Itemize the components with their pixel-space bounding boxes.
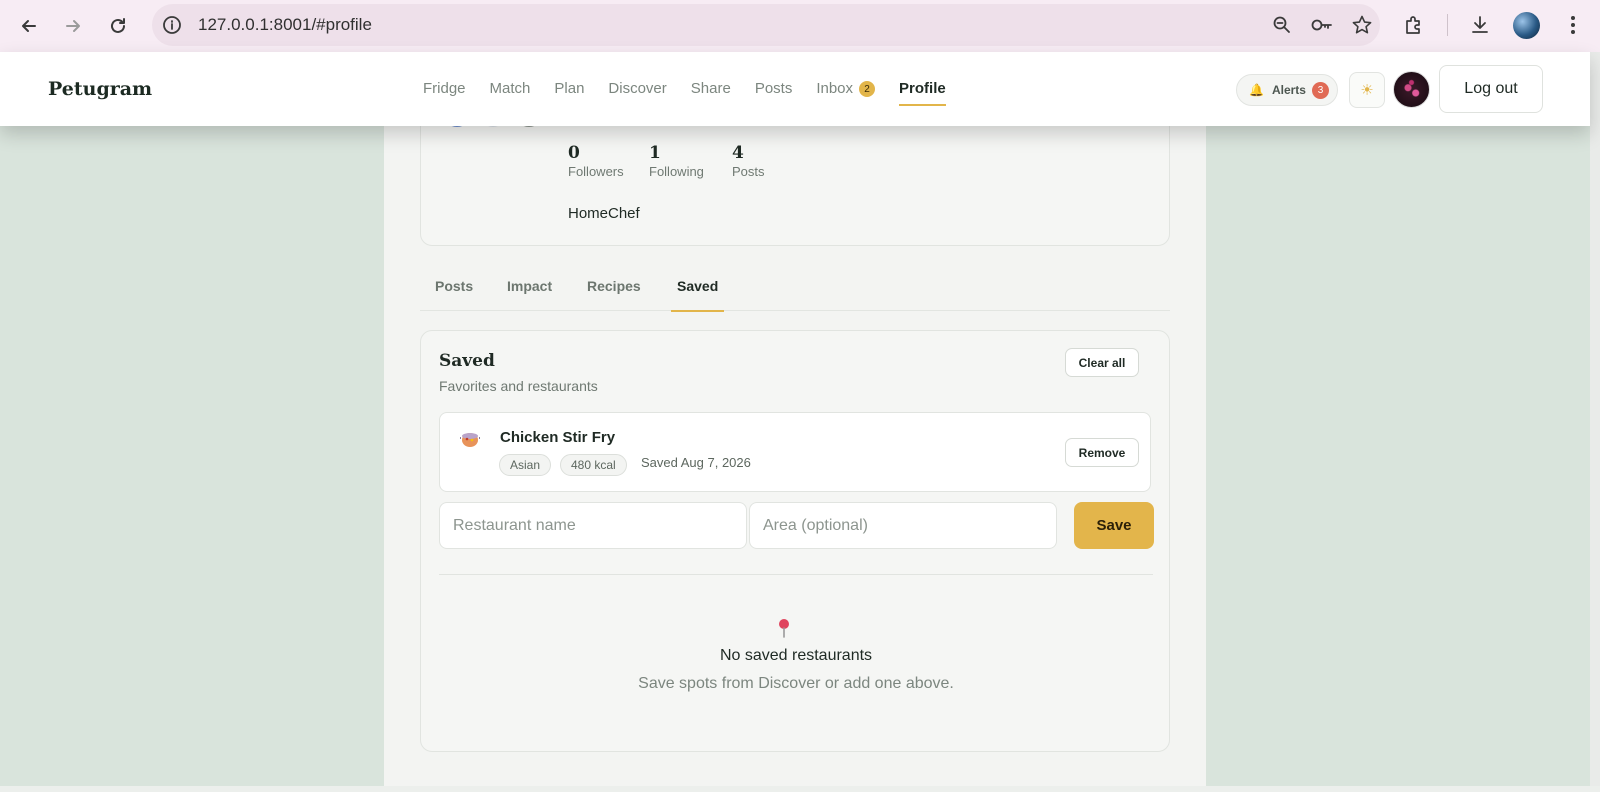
stat-value: 1	[649, 143, 661, 163]
nav-label: Discover	[608, 80, 667, 97]
nav-share[interactable]: Share	[691, 80, 731, 106]
sun-icon: ☀	[1360, 81, 1374, 99]
back-arrow-icon	[22, 20, 36, 32]
area-input[interactable]	[749, 502, 1057, 549]
nav-label: Fridge	[423, 80, 466, 97]
tab-impact[interactable]: Impact	[507, 276, 552, 311]
bookmark-star-icon[interactable]	[1350, 13, 1374, 37]
key-icon[interactable]	[1310, 13, 1334, 37]
empty-state-title: No saved restaurants	[719, 647, 873, 664]
map-pin-icon	[779, 619, 789, 638]
recipe-tag-cuisine: Asian	[499, 454, 552, 476]
stat-value: 4	[732, 143, 744, 163]
stat-label: Posts	[732, 164, 765, 179]
section-divider	[439, 574, 1153, 575]
clear-all-button[interactable]: Clear all	[1065, 348, 1139, 377]
nav-plan[interactable]: Plan	[554, 80, 584, 106]
empty-state-subtitle: Save spots from Discover or add one abov…	[638, 675, 954, 692]
url-text: 127.0.0.1:8001/#profile	[198, 15, 372, 34]
toolbar-separator	[1447, 14, 1448, 36]
stat-following[interactable]: 1 Following	[649, 143, 704, 179]
stat-label: Followers	[568, 164, 624, 179]
nav-label: Inbox	[816, 80, 854, 97]
forward-arrow-icon	[66, 20, 80, 32]
bell-icon: 🔔	[1249, 83, 1264, 97]
saved-title: Saved	[439, 351, 495, 371]
profile-tabs: Posts Impact Recipes Saved	[420, 276, 1170, 312]
saved-subtitle: Favorites and restaurants	[439, 378, 598, 394]
cooking-pot-icon	[458, 427, 482, 451]
alerts-label: Alerts	[1271, 83, 1306, 97]
stat-label: Following	[649, 164, 704, 179]
main-nav: Fridge Match Plan Discover Share Posts I…	[423, 80, 970, 106]
nav-label: Plan	[554, 80, 585, 97]
nav-label: Posts	[754, 80, 793, 97]
saved-card: Saved Favorites and restaurants Clear al…	[420, 330, 1170, 752]
tab-recipes[interactable]: Recipes	[587, 276, 641, 311]
nav-posts[interactable]: Posts	[755, 80, 793, 106]
logout-button[interactable]: Log out	[1439, 65, 1543, 113]
reload-icon	[111, 18, 125, 33]
nav-inbox[interactable]: Inbox 2	[816, 80, 876, 106]
saved-date: Saved Aug 7, 2026	[641, 455, 751, 470]
save-restaurant-button[interactable]: Save	[1074, 502, 1154, 549]
nav-match[interactable]: Match	[490, 80, 531, 106]
address-bar[interactable]: 127.0.0.1:8001/#profile	[152, 4, 1380, 46]
tab-saved[interactable]: Saved	[670, 276, 725, 312]
recipe-tag-calories: 480 kcal	[560, 454, 627, 476]
nav-discover[interactable]: Discover	[608, 80, 666, 106]
theme-toggle-button[interactable]: ☀	[1349, 72, 1385, 108]
profile-card: 0 Followers 1 Following 4 Posts HomeChef	[420, 106, 1170, 246]
download-icon[interactable]	[1467, 12, 1493, 38]
alerts-count-badge: 3	[1311, 81, 1329, 99]
content-column: 0 Followers 1 Following 4 Posts HomeChef…	[384, 106, 1206, 792]
browser-profile-icon[interactable]	[1513, 12, 1540, 39]
nav-fridge[interactable]: Fridge	[423, 80, 466, 106]
restaurant-name-input[interactable]	[439, 502, 747, 549]
nav-label: Match	[489, 80, 531, 97]
extensions-icon[interactable]	[1401, 12, 1427, 38]
zoom-icon[interactable]	[1270, 13, 1294, 37]
profile-bio: HomeChef	[568, 205, 640, 222]
reload-button[interactable]	[102, 10, 134, 42]
site-info-icon[interactable]	[160, 13, 184, 37]
page-scrollbar[interactable]	[1590, 52, 1600, 792]
remove-button[interactable]: Remove	[1065, 438, 1139, 467]
nav-profile[interactable]: Profile	[899, 80, 946, 106]
inbox-count-badge: 2	[859, 81, 876, 97]
forward-button[interactable]	[57, 10, 89, 42]
browser-toolbar: 127.0.0.1:8001/#profile	[0, 0, 1600, 52]
tab-posts[interactable]: Posts	[435, 276, 473, 311]
nav-label: Profile	[899, 80, 946, 97]
brand-logo[interactable]: Petugram	[48, 78, 152, 100]
bottom-edge	[0, 786, 1600, 792]
recipe-name[interactable]: Chicken Stir Fry	[500, 429, 615, 446]
alerts-button[interactable]: 🔔 Alerts 3	[1236, 74, 1338, 106]
app-header: Petugram Fridge Match Plan Discover Shar…	[0, 52, 1590, 126]
nav-label: Share	[690, 80, 731, 97]
user-avatar[interactable]	[1393, 71, 1430, 108]
stat-followers[interactable]: 0 Followers	[568, 143, 624, 179]
saved-recipe-item[interactable]: Chicken Stir Fry Asian 480 kcal Saved Au…	[439, 412, 1151, 492]
stat-value: 0	[568, 143, 580, 163]
stat-posts[interactable]: 4 Posts	[732, 143, 765, 179]
back-button[interactable]	[13, 10, 45, 42]
menu-dots-icon[interactable]	[1560, 12, 1586, 38]
